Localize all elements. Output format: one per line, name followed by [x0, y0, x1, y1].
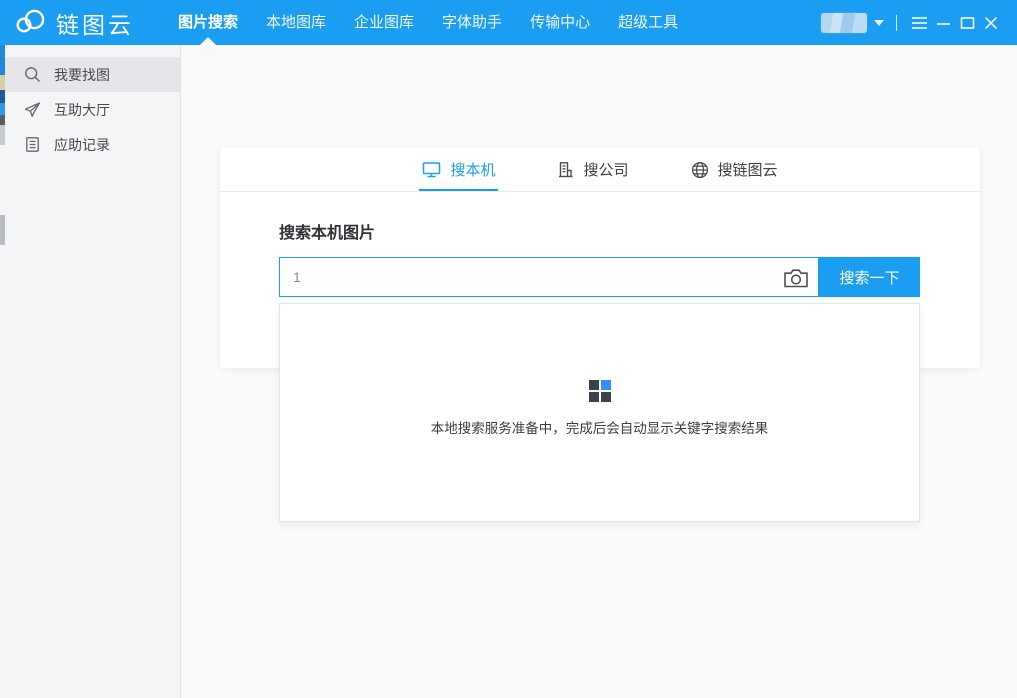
- tab-label: 搜链图云: [718, 159, 778, 180]
- tab-label: 搜本机: [450, 159, 495, 180]
- minimize-button[interactable]: [931, 9, 955, 37]
- record-list-icon: [24, 136, 41, 153]
- sidebar-item-label: 应助记录: [54, 135, 110, 155]
- nav-item-local-library[interactable]: 本地图库: [252, 0, 340, 45]
- titlebar-controls: [821, 9, 1003, 37]
- globe-icon: [691, 161, 709, 179]
- nav-item-label: 超级工具: [618, 14, 678, 31]
- chevron-down-icon[interactable]: [874, 20, 884, 26]
- sidebar-item-label: 我要找图: [54, 65, 110, 85]
- user-account-blurred[interactable]: [821, 13, 867, 33]
- paper-plane-icon: [24, 101, 41, 118]
- app-logo: 链图云: [14, 6, 134, 40]
- cloud-chain-logo-icon: [14, 7, 47, 39]
- sidebar-item-aid-records[interactable]: 应助记录: [0, 127, 180, 162]
- search-button[interactable]: 搜索一下: [819, 257, 920, 297]
- nav-item-super-tools[interactable]: 超级工具: [604, 0, 692, 45]
- main-content: 搜本机 搜公司: [181, 45, 1017, 698]
- nav-item-image-search[interactable]: 图片搜索: [164, 0, 252, 45]
- search-row: 搜索一下: [279, 257, 920, 297]
- active-nav-indicator-icon: [200, 37, 216, 45]
- tab-search-liantu-cloud[interactable]: 搜链图云: [688, 148, 781, 191]
- monitor-icon: [422, 161, 441, 178]
- app-title: 链图云: [56, 6, 134, 40]
- sidebar-item-mutual-aid-hall[interactable]: 互助大厅: [0, 92, 180, 127]
- nav-item-label: 字体助手: [442, 14, 502, 31]
- search-section-title: 搜索本机图片: [279, 219, 980, 243]
- service-preparing-message: 本地搜索服务准备中，完成后会自动显示关键字搜索结果: [280, 417, 919, 437]
- nav-item-label: 图片搜索: [178, 14, 238, 31]
- search-tabbar: 搜本机 搜公司: [220, 148, 980, 192]
- app-window: 链图云 图片搜索 本地图库 企业图库 字体助手 传输中心 超级工具: [0, 0, 1017, 698]
- sidebar: 我要找图 互助大厅 应助记录: [0, 45, 181, 698]
- sidebar-item-label: 互助大厅: [54, 100, 110, 120]
- minimize-icon: [936, 16, 951, 30]
- background-window-artifact: [0, 45, 5, 698]
- titlebar: 链图云 图片搜索 本地图库 企业图库 字体助手 传输中心 超级工具: [0, 0, 1017, 45]
- tab-label: 搜公司: [583, 159, 628, 180]
- loading-grid-icon: [589, 380, 611, 402]
- tab-search-local[interactable]: 搜本机: [419, 148, 498, 191]
- hamburger-icon: [911, 16, 928, 30]
- search-input-wrap: [279, 257, 819, 297]
- close-button[interactable]: [979, 9, 1003, 37]
- nav-item-label: 传输中心: [530, 14, 590, 31]
- titlebar-divider: [896, 15, 897, 31]
- nav-item-label: 本地图库: [266, 14, 326, 31]
- menu-button[interactable]: [907, 9, 931, 37]
- nav-item-label: 企业图库: [354, 14, 414, 31]
- camera-icon[interactable]: [783, 266, 809, 290]
- top-nav: 图片搜索 本地图库 企业图库 字体助手 传输中心 超级工具: [164, 0, 692, 45]
- close-icon: [984, 16, 998, 30]
- nav-item-font-helper[interactable]: 字体助手: [428, 0, 516, 45]
- search-suggestion-panel: 本地搜索服务准备中，完成后会自动显示关键字搜索结果: [279, 303, 920, 522]
- tab-search-company[interactable]: 搜公司: [554, 148, 631, 191]
- app-body: 我要找图 互助大厅 应助记录: [0, 45, 1017, 698]
- sidebar-item-find-image[interactable]: 我要找图: [0, 57, 180, 92]
- maximize-button[interactable]: [955, 9, 979, 37]
- search-input[interactable]: [280, 258, 818, 296]
- nav-item-enterprise-library[interactable]: 企业图库: [340, 0, 428, 45]
- nav-item-transfer-center[interactable]: 传输中心: [516, 0, 604, 45]
- building-icon: [557, 161, 574, 178]
- search-icon: [24, 66, 41, 83]
- maximize-icon: [960, 16, 975, 30]
